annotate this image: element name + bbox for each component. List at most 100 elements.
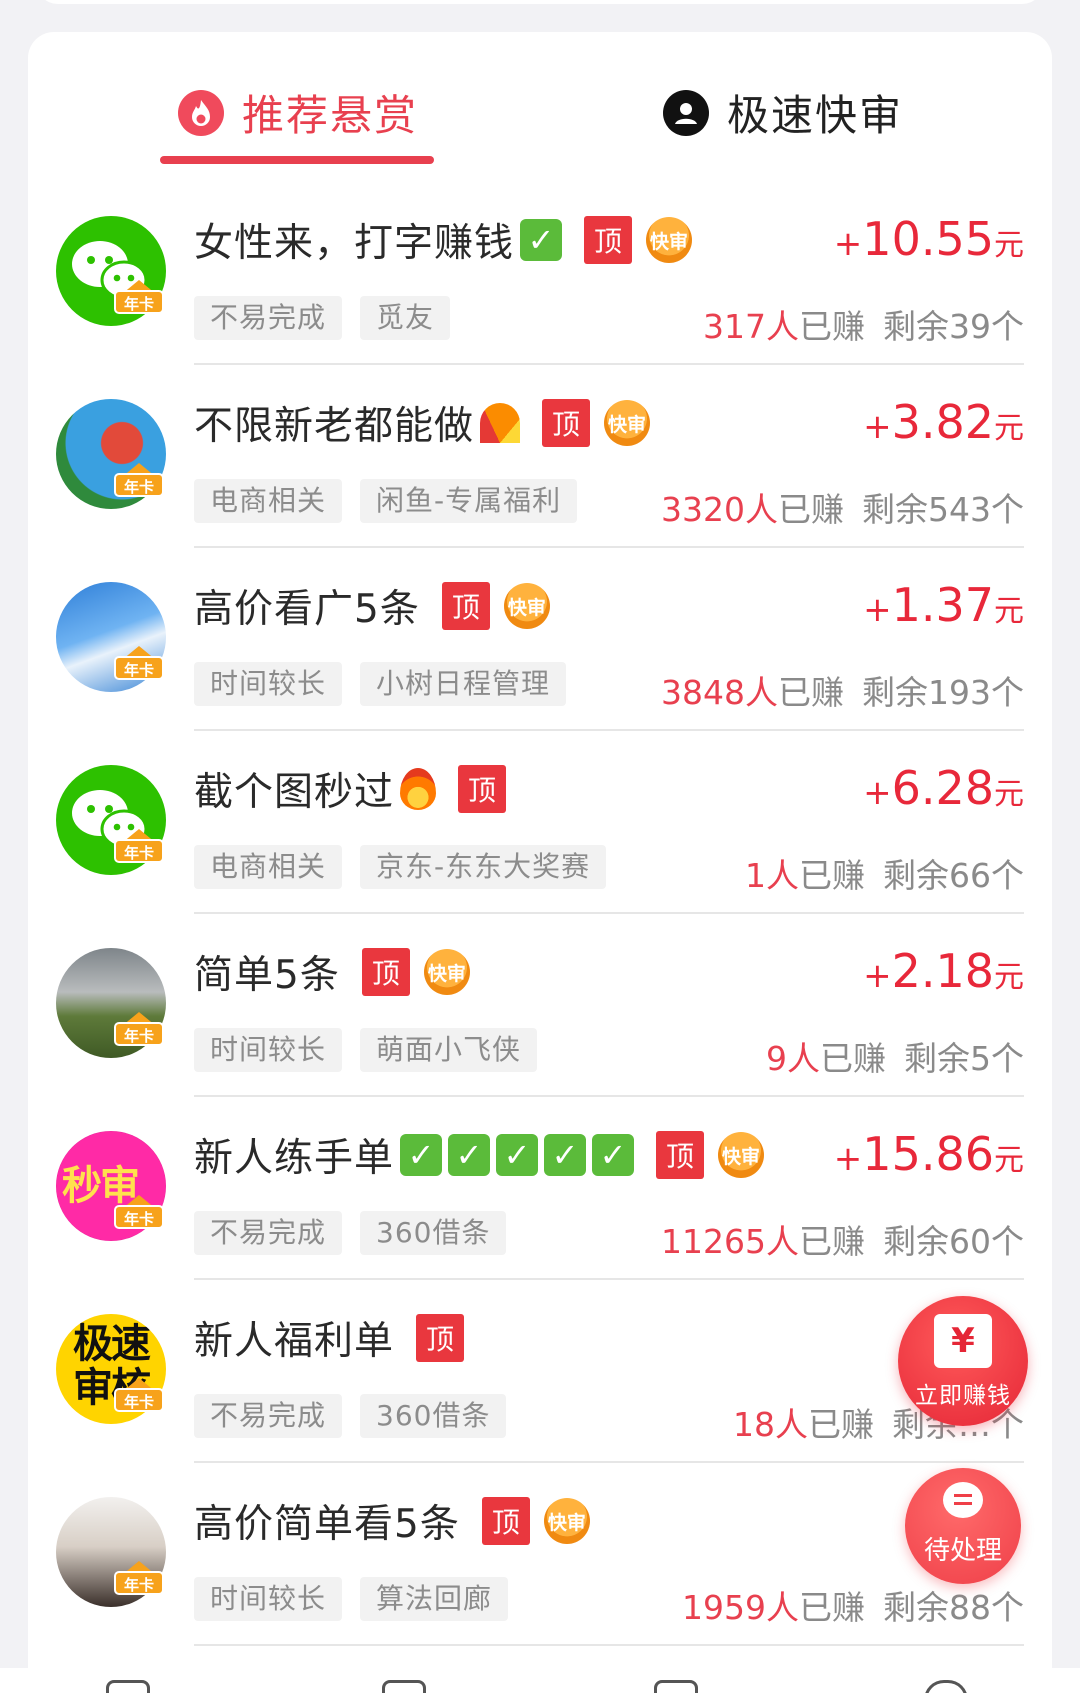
task-title-line: 截个图秒过 顶	[194, 761, 507, 817]
pinned-top-badge: 顶	[458, 765, 507, 813]
user-circle-icon	[663, 89, 709, 136]
task-tag: 360借条	[360, 1394, 507, 1438]
task-stats: 11265人已赚 剩余60个	[661, 1215, 1024, 1263]
red-envelope-icon: ¥	[934, 1314, 992, 1368]
fast-review-badge: 快审	[646, 217, 693, 263]
task-tags: 不易完成 觅友	[194, 296, 468, 340]
reward-sign: +	[833, 1139, 863, 1179]
task-row[interactable]: 年卡 不限新老都能做 顶 快审 电商相关 闲鱼-专属福利 +3.82元 3320人…	[28, 365, 1052, 548]
year-card-crown-icon: 年卡	[114, 1561, 164, 1595]
task-title: 高价看广5条	[194, 587, 420, 632]
reward-value: 10.55	[862, 212, 994, 266]
task-row[interactable]: 年卡 女性来，打字赚钱 ✓ 顶 快审 不易完成 觅友 +10.55元 317人已赚…	[28, 182, 1052, 365]
year-card-label: 年卡	[114, 1388, 164, 1412]
task-tags: 时间较长 萌面小飞侠	[194, 1028, 555, 1072]
year-card-crown-icon: 年卡	[114, 1195, 164, 1229]
reward-value: 6.28	[891, 761, 994, 815]
task-row[interactable]: 年卡 截个图秒过 顶 电商相关 京东-东东大奖赛 +6.28元 1人已赚 剩余66个	[28, 731, 1052, 914]
year-card-crown-icon: 年卡	[114, 646, 164, 680]
fast-review-badge: 快审	[718, 1132, 765, 1178]
tab-fast-review[interactable]: 极速快审	[663, 82, 903, 143]
earned-label: 已赚	[799, 307, 865, 346]
tab-label: 极速快审	[727, 91, 904, 140]
earn-now-label: 立即赚钱	[915, 1383, 1011, 1409]
task-tag: 闲鱼-专属福利	[360, 479, 578, 523]
task-title: 女性来，打字赚钱	[194, 221, 515, 266]
year-card-label: 年卡	[114, 290, 164, 314]
earned-count: 18人	[733, 1405, 808, 1444]
pinned-top-badge: 顶	[416, 1314, 465, 1362]
row-divider	[194, 1644, 1024, 1646]
earned-count: 3848人	[661, 673, 778, 712]
task-title-line: 新人练手单 ✓ ✓ ✓ ✓ ✓ 顶 快审	[194, 1127, 765, 1183]
fast-review-badge: 快审	[604, 400, 651, 446]
year-card-label: 年卡	[114, 1205, 164, 1229]
task-tags: 电商相关 闲鱼-专属福利	[194, 479, 595, 523]
task-tag: 电商相关	[194, 479, 343, 523]
task-tag: 不易完成	[194, 296, 343, 340]
earned-label: 已赚	[808, 1405, 874, 1444]
reward-sign: +	[863, 590, 892, 630]
task-title: 简单5条	[194, 953, 340, 998]
profile-icon[interactable]	[924, 1680, 968, 1693]
task-tags: 不易完成 360借条	[194, 1211, 524, 1255]
task-tag: 萌面小飞侠	[360, 1028, 538, 1072]
task-title: 截个图秒过	[194, 770, 395, 815]
remaining-count: 剩余5个	[904, 1039, 1024, 1078]
reward-amount: +6.28元	[863, 761, 1024, 815]
remaining-count: 剩余66个	[883, 856, 1024, 895]
remaining-count: 剩余39个	[883, 307, 1024, 346]
reward-value: 3.82	[891, 395, 994, 449]
check-emoji-icon: ✓	[520, 219, 563, 261]
task-tag: 时间较长	[194, 1577, 343, 1621]
task-tag: 算法回廊	[360, 1577, 509, 1621]
tab-bar: 推荐悬赏 极速快审	[28, 32, 1052, 182]
earned-label: 已赚	[799, 856, 865, 895]
check-emoji-icon: ✓	[400, 1134, 443, 1176]
heart-icon[interactable]	[654, 1680, 698, 1693]
tasks-icon[interactable]	[382, 1680, 426, 1693]
tab-label: 推荐悬赏	[242, 91, 419, 140]
year-card-crown-icon: 年卡	[114, 280, 164, 314]
reward-value: 2.18	[891, 944, 994, 998]
task-stats: 3320人已赚 剩余543个	[661, 483, 1024, 531]
pinned-top-badge: 顶	[656, 1131, 705, 1179]
task-stats: 9人已赚 剩余5个	[766, 1032, 1024, 1080]
reward-sign: +	[833, 224, 863, 264]
reward-unit: 元	[994, 228, 1024, 263]
reward-value: 1.37	[891, 578, 994, 632]
pending-button[interactable]: 待处理	[905, 1468, 1021, 1584]
reward-sign: +	[863, 956, 892, 996]
task-title-line: 不限新老都能做 顶 快审	[194, 395, 651, 451]
check-emoji-icon: ✓	[592, 1134, 635, 1176]
task-tag: 京东-东东大奖赛	[360, 845, 607, 889]
task-row[interactable]: 秒审 年卡 新人练手单 ✓ ✓ ✓ ✓ ✓ 顶 快审 不易完成 360借条 +15.86元…	[28, 1097, 1052, 1280]
task-row[interactable]: 年卡 简单5条 顶 快审 时间较长 萌面小飞侠 +2.18元 9人已赚 剩余5个	[28, 914, 1052, 1097]
rainbow-emoji-icon	[480, 403, 521, 443]
task-row[interactable]: 年卡 高价简单看5条 顶 快审 时间较长 算法回廊 1959人已赚 剩余88个	[28, 1463, 1052, 1646]
earned-count: 1人	[745, 856, 799, 895]
pinned-top-badge: 顶	[542, 399, 591, 447]
earned-label: 已赚	[799, 1588, 865, 1627]
task-tag: 不易完成	[194, 1394, 343, 1438]
task-tag: 觅友	[360, 296, 451, 340]
earned-label: 已赚	[820, 1039, 886, 1078]
task-stats: 1人已赚 剩余66个	[745, 849, 1024, 897]
year-card-crown-icon: 年卡	[114, 463, 164, 497]
check-emoji-icon: ✓	[544, 1134, 587, 1176]
task-row[interactable]: 年卡 高价看广5条 顶 快审 时间较长 小树日程管理 +1.37元 3848人已赚…	[28, 548, 1052, 731]
earned-count: 3320人	[661, 490, 778, 529]
home-icon[interactable]	[106, 1680, 150, 1693]
tab-recommended-rewards[interactable]: 推荐悬赏	[178, 82, 418, 143]
task-title: 不限新老都能做	[194, 404, 475, 449]
previous-card-edge	[36, 0, 1044, 4]
remaining-count: 剩余543个	[862, 490, 1024, 529]
reward-value: 15.86	[862, 1127, 994, 1181]
earn-now-button[interactable]: ¥ 立即赚钱	[898, 1296, 1028, 1426]
task-card: 推荐悬赏 极速快审 年卡 女性来，打字赚钱 ✓ 顶 快审 不易完成 觅友 +10.…	[28, 32, 1052, 1693]
remaining-count: 剩余88个	[883, 1588, 1024, 1627]
remaining-count: 剩余193个	[862, 673, 1024, 712]
task-tags: 不易完成 360借条	[194, 1394, 524, 1438]
pinned-top-badge: 顶	[361, 948, 410, 996]
earned-label: 已赚	[778, 673, 844, 712]
